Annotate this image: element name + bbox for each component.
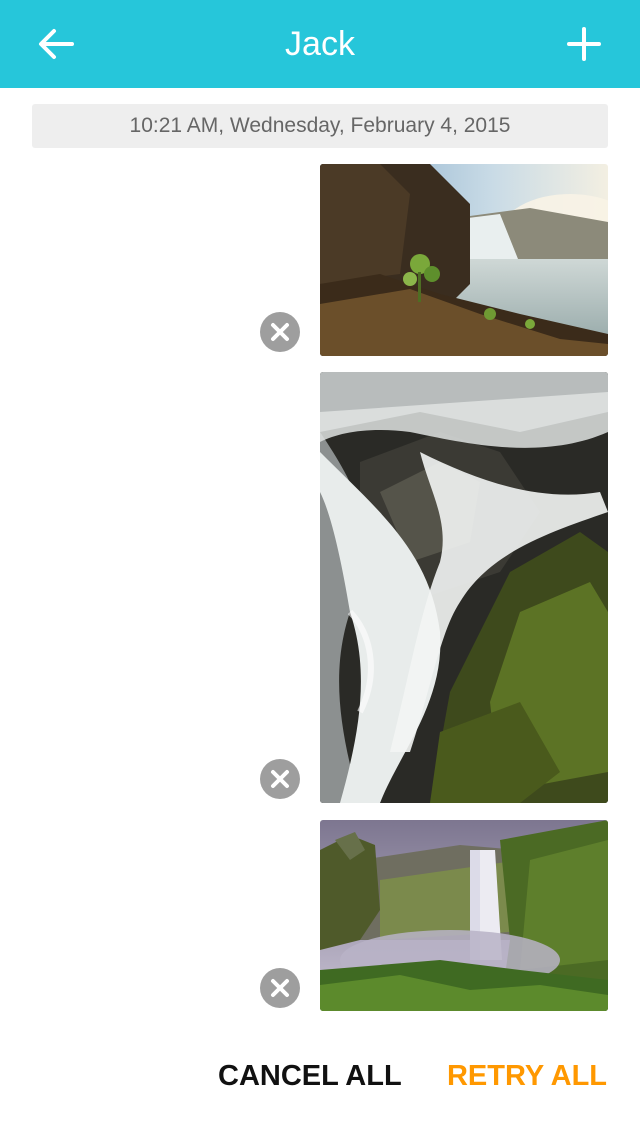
photo-thumbnail	[320, 164, 608, 356]
close-icon	[271, 770, 289, 788]
bulk-actions-bar: CANCEL ALL RETRY ALL	[0, 1052, 640, 1100]
add-button[interactable]	[564, 24, 604, 64]
close-icon	[271, 323, 289, 341]
cancel-send-button[interactable]	[260, 312, 300, 352]
conversation-title: Jack	[285, 25, 355, 63]
photo-thumbnail	[320, 820, 608, 1011]
retry-all-button[interactable]: RETRY ALL	[447, 1052, 607, 1100]
chat-screen: Jack 10:21 AM, Wednesday, February 4, 20…	[0, 0, 640, 1136]
cancel-all-button[interactable]: CANCEL ALL	[218, 1052, 402, 1100]
cancel-send-button[interactable]	[260, 759, 300, 799]
photo-message[interactable]	[320, 372, 608, 803]
message-timestamp: 10:21 AM, Wednesday, February 4, 2015	[32, 104, 608, 148]
app-header: Jack	[0, 0, 640, 88]
photo-message[interactable]	[320, 820, 608, 1011]
plus-icon	[567, 27, 601, 61]
cancel-send-button[interactable]	[260, 968, 300, 1008]
close-icon	[271, 979, 289, 997]
photo-thumbnail	[320, 372, 608, 803]
photo-message[interactable]	[320, 164, 608, 356]
